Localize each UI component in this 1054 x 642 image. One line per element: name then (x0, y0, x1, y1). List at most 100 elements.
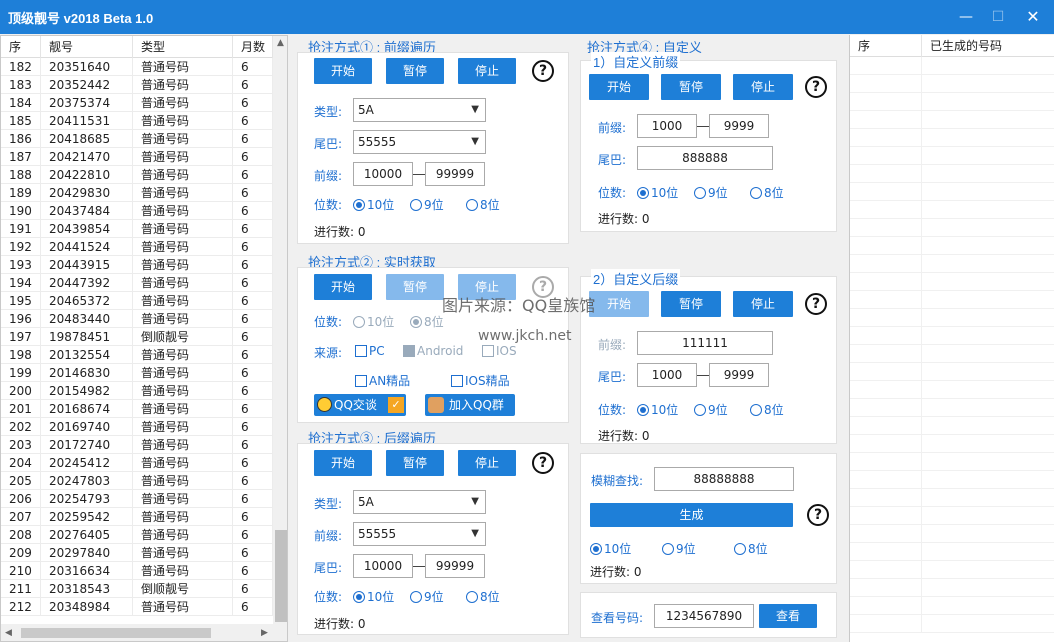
m4-stop-button-2[interactable]: 停止 (733, 291, 793, 317)
m4-radio2-10[interactable]: 10位 (637, 401, 678, 418)
m1-stop-button[interactable]: 停止 (458, 58, 516, 84)
table-row[interactable]: 208 20276405 普通号码 6 (1, 526, 273, 544)
m2-android-checkbox[interactable]: Android (403, 344, 463, 358)
m2-pc-checkbox[interactable]: PC (355, 344, 385, 358)
scroll-left-icon[interactable]: ◀ (5, 628, 12, 638)
m2-radio-8[interactable]: 8位 (410, 313, 444, 330)
m1-start-button[interactable]: 开始 (314, 58, 372, 84)
table-row[interactable]: 210 20316634 普通号码 6 (1, 562, 273, 580)
horizontal-scrollbar[interactable]: ◀ ▶ (1, 624, 273, 641)
table-row[interactable]: 212 20348984 普通号码 6 (1, 598, 273, 616)
m1-radio-10[interactable]: 10位 (353, 196, 394, 213)
table-row[interactable]: 185 20411531 普通号码 6 (1, 112, 273, 130)
scroll-thumb[interactable] (275, 530, 287, 622)
table-row[interactable]: 196 20483440 普通号码 6 (1, 310, 273, 328)
m4-help-icon-1[interactable]: ? (805, 76, 827, 98)
col-number-header[interactable]: 靓号 (41, 36, 133, 58)
table-row[interactable]: 198 20132554 普通号码 6 (1, 346, 273, 364)
table-row[interactable]: 189 20429830 普通号码 6 (1, 184, 273, 202)
m3-prefix-select[interactable]: 55555 ▼ (353, 522, 486, 546)
m4-pause-button-2[interactable]: 暂停 (661, 291, 721, 317)
col-index-header[interactable]: 序 (1, 36, 41, 58)
qq-chat-button[interactable]: QQ交谈 ✓ (314, 394, 406, 416)
m3-tail-to-input[interactable]: 99999 (425, 554, 485, 578)
m3-radio-8[interactable]: 8位 (466, 588, 500, 605)
m2-start-button[interactable]: 开始 (314, 274, 372, 300)
vertical-scrollbar[interactable]: ▲ (273, 36, 287, 641)
table-row[interactable]: 197 19878451 倒顺靓号 6 (1, 328, 273, 346)
m4-tail-from-input[interactable]: 1000 (637, 363, 697, 387)
m4-radio1-10[interactable]: 10位 (637, 184, 678, 201)
table-row[interactable]: 201 20168674 普通号码 6 (1, 400, 273, 418)
table-row[interactable]: 188 20422810 普通号码 6 (1, 166, 273, 184)
maximize-icon[interactable]: ☐ (980, 5, 1016, 29)
m1-help-icon[interactable]: ? (532, 60, 554, 82)
m4-radio1-8[interactable]: 8位 (750, 184, 784, 201)
generate-button[interactable]: 生成 (590, 503, 793, 527)
m2-ios-checkbox[interactable]: IOS (482, 344, 517, 358)
m1-type-select[interactable]: 5A ▼ (353, 98, 486, 122)
table-row[interactable]: 209 20297840 普通号码 6 (1, 544, 273, 562)
table-row[interactable]: 184 20375374 普通号码 6 (1, 94, 273, 112)
fuzzy-radio-9[interactable]: 9位 (662, 540, 696, 557)
col-months-header[interactable]: 月数 (233, 36, 273, 58)
m4-prefix-to-input[interactable]: 9999 (709, 114, 769, 138)
table-row[interactable]: 190 20437484 普通号码 6 (1, 202, 273, 220)
table-row[interactable]: 205 20247803 普通号码 6 (1, 472, 273, 490)
m1-tail-select[interactable]: 55555 ▼ (353, 130, 486, 154)
m1-radio-9[interactable]: 9位 (410, 196, 444, 213)
gen-col-number-header[interactable]: 已生成的号码 (922, 35, 1054, 57)
m4-prefix-input-2[interactable]: 111111 (637, 331, 773, 355)
m4-radio2-9[interactable]: 9位 (694, 401, 728, 418)
m3-radio-10[interactable]: 10位 (353, 588, 394, 605)
table-row[interactable]: 202 20169740 普通号码 6 (1, 418, 273, 436)
close-icon[interactable]: ✕ (1015, 5, 1051, 29)
table-row[interactable]: 187 20421470 普通号码 6 (1, 148, 273, 166)
m1-radio-8[interactable]: 8位 (466, 196, 500, 213)
m3-help-icon[interactable]: ? (532, 452, 554, 474)
lookup-input[interactable]: 1234567890 (654, 604, 754, 628)
scroll-up-icon[interactable]: ▲ (277, 38, 284, 48)
m4-prefix-from-input[interactable]: 1000 (637, 114, 697, 138)
m3-type-select[interactable]: 5A ▼ (353, 490, 486, 514)
m1-prefix-from-input[interactable]: 10000 (353, 162, 413, 186)
gen-col-index-header[interactable]: 序 (850, 35, 922, 57)
table-row[interactable]: 195 20465372 普通号码 6 (1, 292, 273, 310)
table-row[interactable]: 194 20447392 普通号码 6 (1, 274, 273, 292)
table-row[interactable]: 191 20439854 普通号码 6 (1, 220, 273, 238)
hscroll-thumb[interactable] (21, 628, 211, 638)
m1-pause-button[interactable]: 暂停 (386, 58, 444, 84)
m4-pause-button-1[interactable]: 暂停 (661, 74, 721, 100)
table-row[interactable]: 186 20418685 普通号码 6 (1, 130, 273, 148)
m4-radio1-9[interactable]: 9位 (694, 184, 728, 201)
m4-start-button-1[interactable]: 开始 (589, 74, 649, 100)
m3-start-button[interactable]: 开始 (314, 450, 372, 476)
m3-stop-button[interactable]: 停止 (458, 450, 516, 476)
minimize-icon[interactable]: — (948, 5, 984, 29)
m3-pause-button[interactable]: 暂停 (386, 450, 444, 476)
m4-help-icon-2[interactable]: ? (805, 293, 827, 315)
table-row[interactable]: 203 20172740 普通号码 6 (1, 436, 273, 454)
col-type-header[interactable]: 类型 (133, 36, 233, 58)
m2-pause-button[interactable]: 暂停 (386, 274, 444, 300)
m3-radio-9[interactable]: 9位 (410, 588, 444, 605)
fuzzy-input[interactable]: 88888888 (654, 467, 794, 491)
m4-stop-button-1[interactable]: 停止 (733, 74, 793, 100)
m2-an-premium-checkbox[interactable]: AN精品 (355, 372, 410, 389)
m3-tail-from-input[interactable]: 10000 (353, 554, 413, 578)
m1-prefix-to-input[interactable]: 99999 (425, 162, 485, 186)
table-row[interactable]: 200 20154982 普通号码 6 (1, 382, 273, 400)
table-row[interactable]: 211 20318543 倒顺靓号 6 (1, 580, 273, 598)
table-row[interactable]: 183 20352442 普通号码 6 (1, 76, 273, 94)
table-row[interactable]: 182 20351640 普通号码 6 (1, 58, 273, 76)
lookup-button[interactable]: 查看 (759, 604, 817, 628)
scroll-right-icon[interactable]: ▶ (261, 628, 268, 638)
m4-radio2-8[interactable]: 8位 (750, 401, 784, 418)
table-row[interactable]: 207 20259542 普通号码 6 (1, 508, 273, 526)
m2-radio-10[interactable]: 10位 (353, 313, 394, 330)
fuzzy-help-icon[interactable]: ? (807, 504, 829, 526)
fuzzy-radio-8[interactable]: 8位 (734, 540, 768, 557)
table-row[interactable]: 204 20245412 普通号码 6 (1, 454, 273, 472)
table-row[interactable]: 199 20146830 普通号码 6 (1, 364, 273, 382)
m4-start-button-2[interactable]: 开始 (589, 291, 649, 317)
